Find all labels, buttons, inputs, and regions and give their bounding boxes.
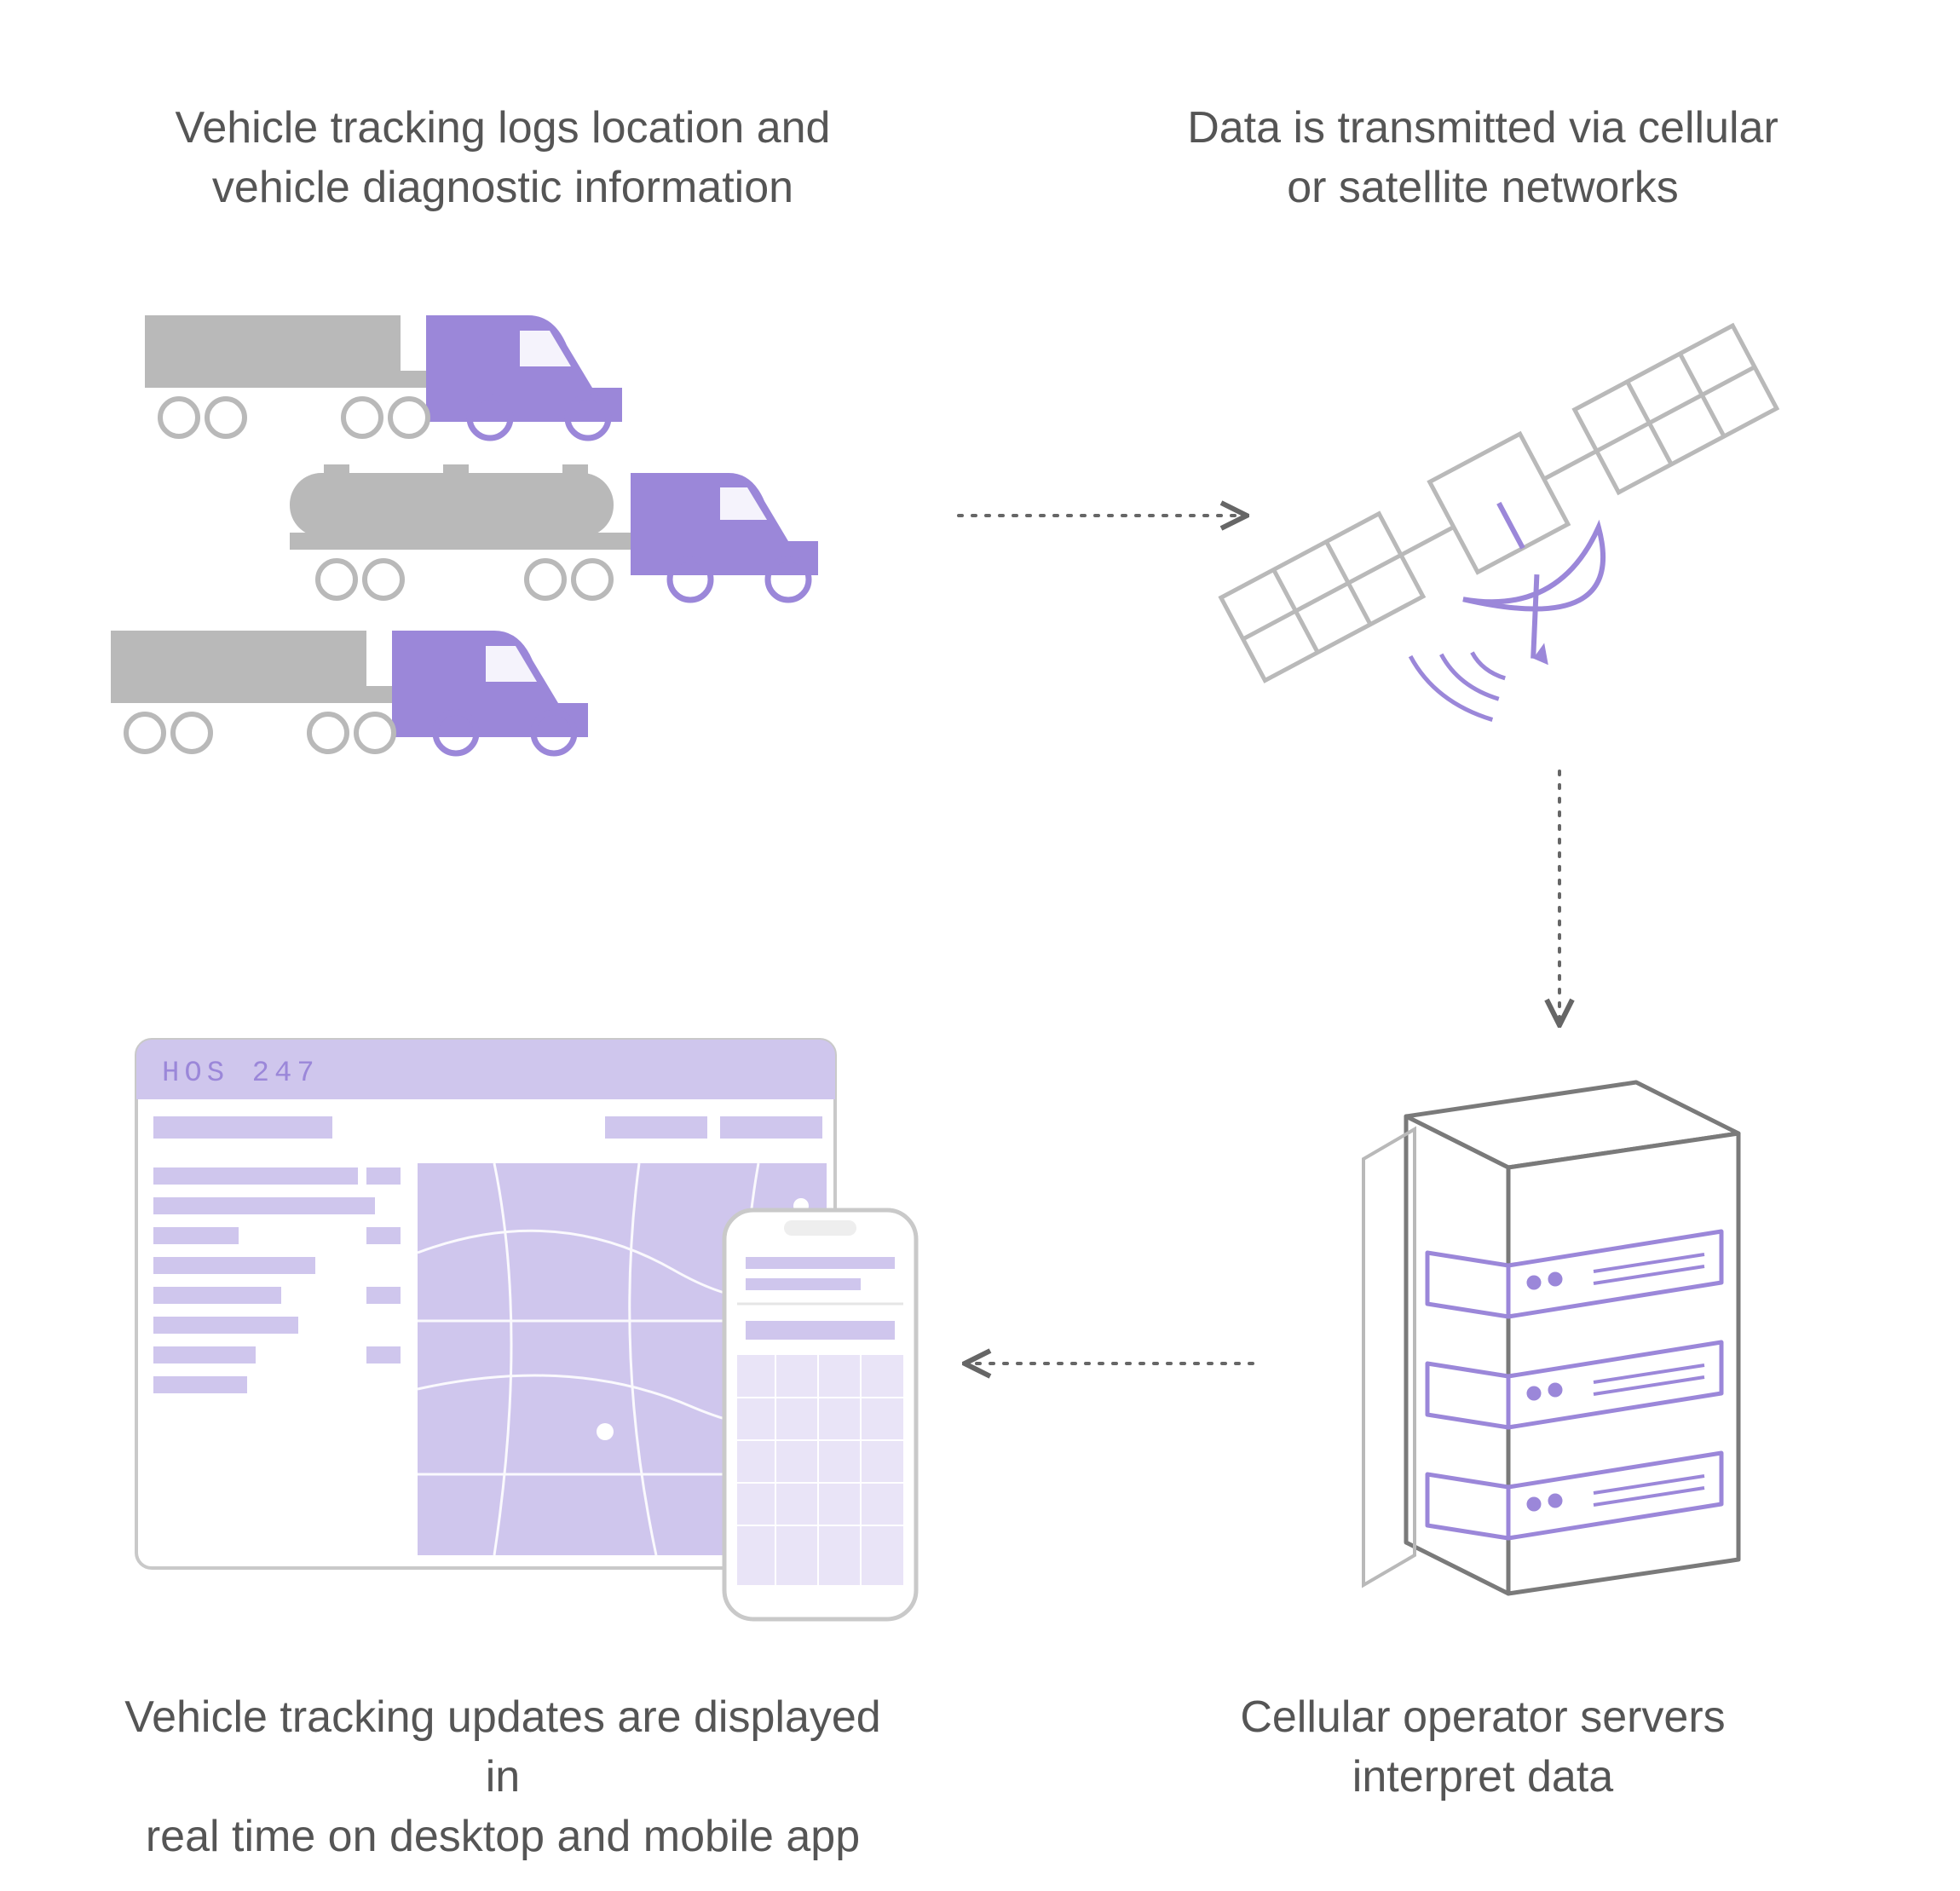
vehicle-tracking-flow-diagram: Vehicle tracking logs location and vehic… (0, 0, 1960, 1891)
flow-arrows (0, 0, 1960, 1891)
